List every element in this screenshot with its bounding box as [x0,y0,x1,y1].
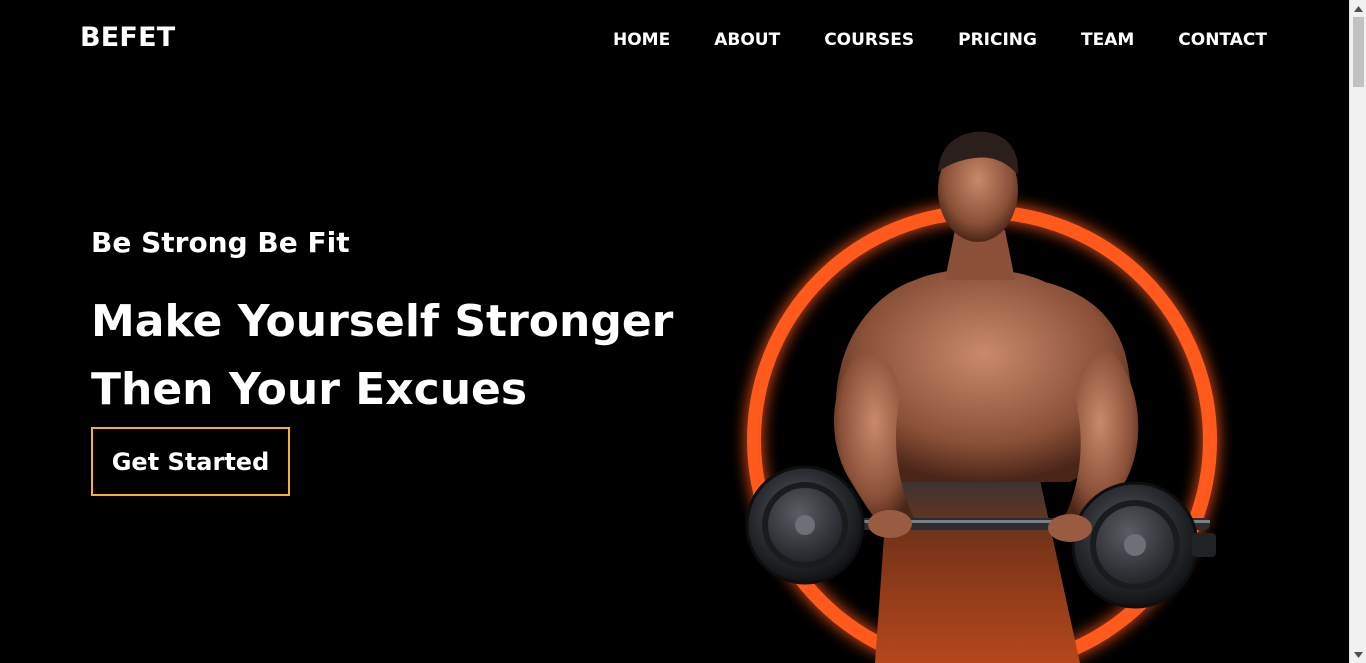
page: BEFET HOME ABOUT COURSES PRICING TEAM CO… [0,0,1349,663]
hero-athlete-image [745,131,1217,663]
scroll-down-arrow-icon[interactable] [1350,646,1366,663]
brand-logo[interactable]: BEFET [80,22,175,53]
nav-contact[interactable]: CONTACT [1178,30,1267,50]
athlete-right-hand [1048,514,1092,542]
nav-about[interactable]: ABOUT [714,30,780,50]
scroll-up-arrow-icon[interactable] [1350,0,1366,17]
hero-tagline: Be Strong Be Fit [91,226,350,259]
hero-headline-line-2: Then Your Excues [91,364,528,415]
main-nav: HOME ABOUT COURSES PRICING TEAM CONTACT [613,30,1267,50]
hero-headline-line-1: Make Yourself Stronger [91,296,674,347]
get-started-button[interactable]: Get Started [91,427,290,496]
scrollbar-thumb[interactable] [1353,17,1364,87]
nav-team[interactable]: TEAM [1081,30,1134,50]
nav-courses[interactable]: COURSES [824,30,914,50]
hero-headline: Make Yourself Stronger Then Your Excues [91,288,691,424]
nav-home[interactable]: HOME [613,30,670,50]
vertical-scrollbar[interactable] [1349,0,1366,663]
athlete-left-hand [868,510,912,538]
nav-pricing[interactable]: PRICING [958,30,1037,50]
